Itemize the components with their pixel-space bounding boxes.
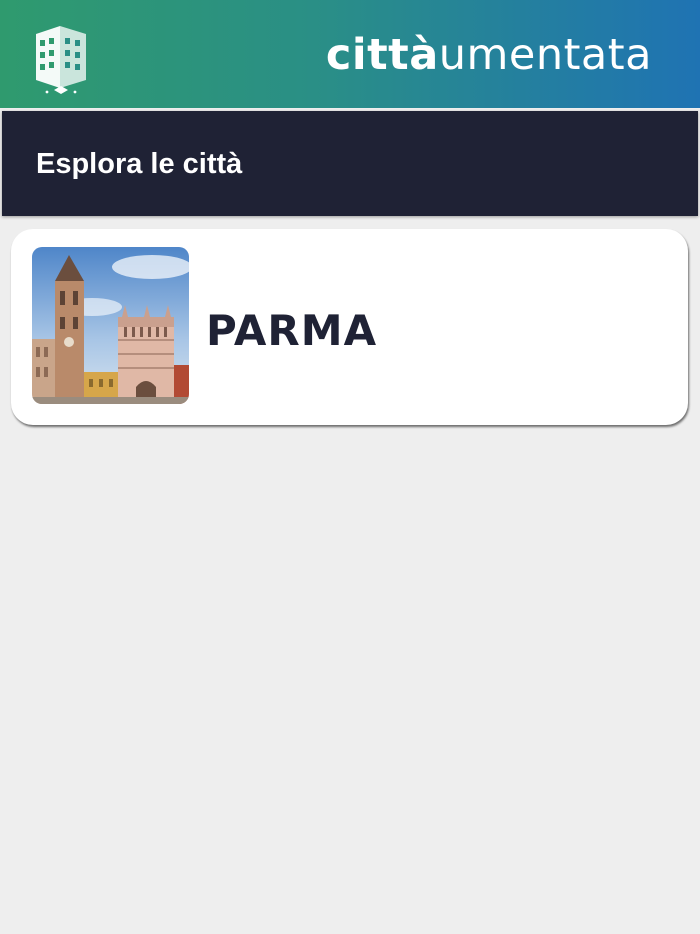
brand-light-text: umentata xyxy=(438,30,652,80)
page-title: Esplora le città xyxy=(36,148,243,180)
city-name: PARMA xyxy=(206,306,378,355)
building-logo-icon[interactable] xyxy=(30,22,94,98)
brand-wordmark: cittàumentata xyxy=(326,30,652,80)
parma-cathedral-photo xyxy=(32,247,189,404)
brand-bold-text: città xyxy=(325,30,439,80)
city-thumbnail xyxy=(32,247,189,404)
city-card-parma[interactable]: PARMA xyxy=(11,229,688,425)
app-header: cittàumentata xyxy=(0,0,700,108)
section-header: Esplora le città xyxy=(2,111,698,216)
